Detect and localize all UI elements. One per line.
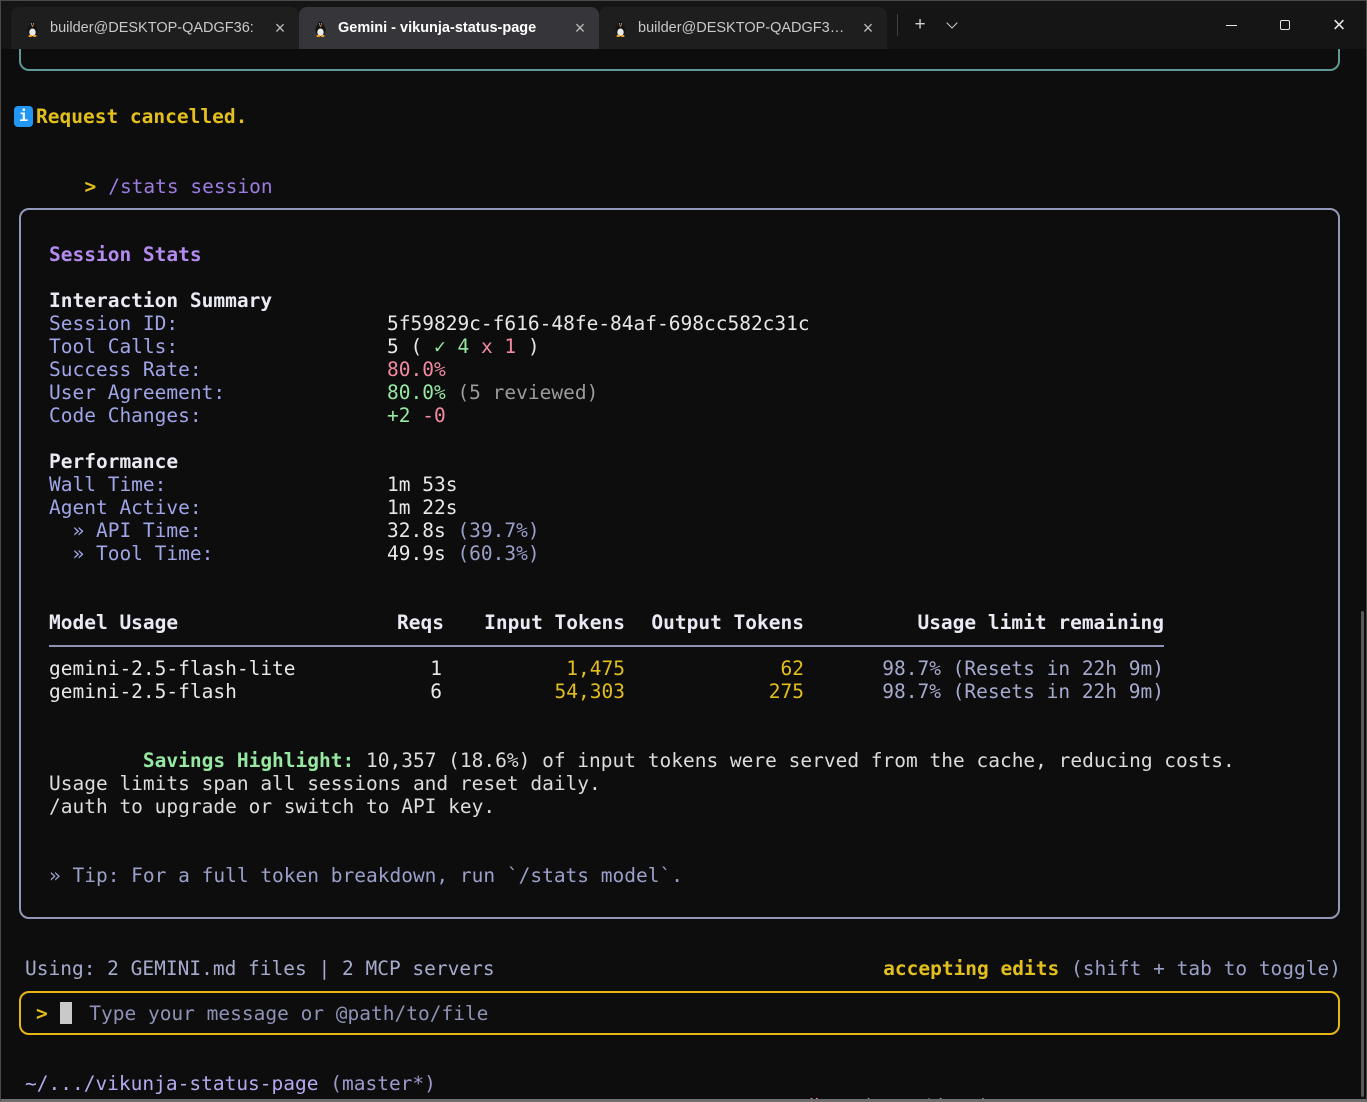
minimize-icon (1226, 25, 1237, 26)
terminal-content: iRequest cancelled. > /stats session Sess… (1, 49, 1366, 1100)
tux-penguin-icon (612, 20, 629, 37)
usage-limits-note: Usage limits span all sessions and reset… (49, 772, 1338, 795)
close-button[interactable]: × (1312, 1, 1366, 49)
info-icon: i (14, 106, 33, 127)
scrollbar[interactable] (1361, 611, 1364, 1097)
git-branch: (master*) (319, 1072, 436, 1095)
close-icon: × (1333, 14, 1346, 36)
input-placeholder: Type your message or @path/to/file (89, 1002, 488, 1025)
interaction-summary-heading: Interaction Summary (49, 289, 1338, 312)
context-summary: Using: 2 GEMINI.md files | 2 MCP servers (25, 957, 495, 980)
prompt-marker: > (84, 175, 96, 198)
context-row: Using: 2 GEMINI.md files | 2 MCP servers… (25, 957, 1341, 980)
stat-tool-calls: Tool Calls:5 ( ✓ 4 x 1 ) (49, 335, 1338, 358)
status-bar: ~/.../vikunja-status-page (master*) no s… (1, 1049, 1366, 1072)
tab-close-icon[interactable]: × (857, 17, 879, 39)
sandbox-status: no sandbox (see /docs) (732, 1095, 990, 1102)
input-prompt-marker: > (36, 1002, 48, 1025)
window-controls: × (1204, 1, 1366, 49)
tip-line: » Tip: For a full token breakdown, run `… (49, 864, 1338, 887)
table-row: gemini-2.5-flash 6 54,303 275 98.7% (Res… (49, 680, 1338, 703)
terminal-window: builder@DESKTOP-QADGF36: × Gemini - viku… (0, 0, 1367, 1102)
stat-agent-active: Agent Active:1m 22s (49, 496, 1338, 519)
tab-divider (897, 14, 898, 36)
stat-code-changes: Code Changes:+2 -0 (49, 404, 1338, 427)
chevron-down-icon (946, 17, 957, 28)
tab-close-icon[interactable]: × (269, 17, 291, 39)
new-tab-button[interactable]: + (904, 1, 936, 49)
auth-note: /auth to upgrade or switch to API key. (49, 795, 1338, 818)
tab-dropdown-button[interactable] (936, 1, 968, 49)
tab-shell-2[interactable]: builder@DESKTOP-QADGF36: , × (599, 7, 887, 49)
tux-penguin-icon (24, 20, 41, 37)
titlebar: builder@DESKTOP-QADGF36: × Gemini - viku… (1, 1, 1366, 49)
tab-shell-1[interactable]: builder@DESKTOP-QADGF36: × (11, 7, 299, 49)
stat-wall-time: Wall Time:1m 53s (49, 473, 1338, 496)
tab-gemini-active[interactable]: Gemini - vikunja-status-page × (299, 7, 599, 49)
command-text: /stats session (108, 175, 272, 198)
table-row: gemini-2.5-flash-lite 1 1,475 62 98.7% (… (49, 657, 1338, 680)
stat-api-time: » API Time:32.8s (39.7%) (49, 519, 1338, 542)
minimize-button[interactable] (1204, 1, 1258, 49)
maximize-icon (1280, 20, 1290, 30)
session-stats-panel: Session Stats Interaction Summary Sessio… (19, 208, 1340, 919)
mode-indicator: accepting edits (shift + tab to toggle) (883, 957, 1341, 980)
request-cancelled-message: iRequest cancelled. (14, 105, 247, 128)
cwd-path: ~/.../vikunja-status-page (master*) (25, 1072, 436, 1095)
text-cursor (60, 1002, 73, 1024)
stat-session-id: Session ID:5f59829c-f616-48fe-84af-698cc… (49, 312, 1338, 335)
tab-title: Gemini - vikunja-status-page (338, 20, 560, 36)
savings-highlight-line: Savings Highlight: 10,357 (18.6%) of inp… (49, 726, 1338, 749)
performance-heading: Performance (49, 450, 1338, 473)
tab-title: builder@DESKTOP-QADGF36: (50, 20, 260, 36)
stat-success-rate: Success Rate:80.0% (49, 358, 1338, 381)
panel-title: Session Stats (49, 243, 1338, 266)
maximize-button[interactable] (1258, 1, 1312, 49)
table-rule (49, 634, 1338, 657)
previous-output-box (19, 49, 1340, 71)
stat-user-agreement: User Agreement:80.0% (5 reviewed) (49, 381, 1338, 404)
tux-penguin-icon (312, 20, 329, 37)
tab-title: builder@DESKTOP-QADGF36: , (638, 20, 848, 36)
model-usage-header-row: Model Usage Reqs Input Tokens Output Tok… (49, 611, 1338, 634)
tab-close-icon[interactable]: × (569, 17, 591, 39)
cancelled-text: Request cancelled. (36, 105, 247, 128)
message-input[interactable]: > Type your message or @path/to/file (19, 991, 1340, 1035)
stat-tool-time: » Tool Time:49.9s (60.3%) (49, 542, 1338, 565)
